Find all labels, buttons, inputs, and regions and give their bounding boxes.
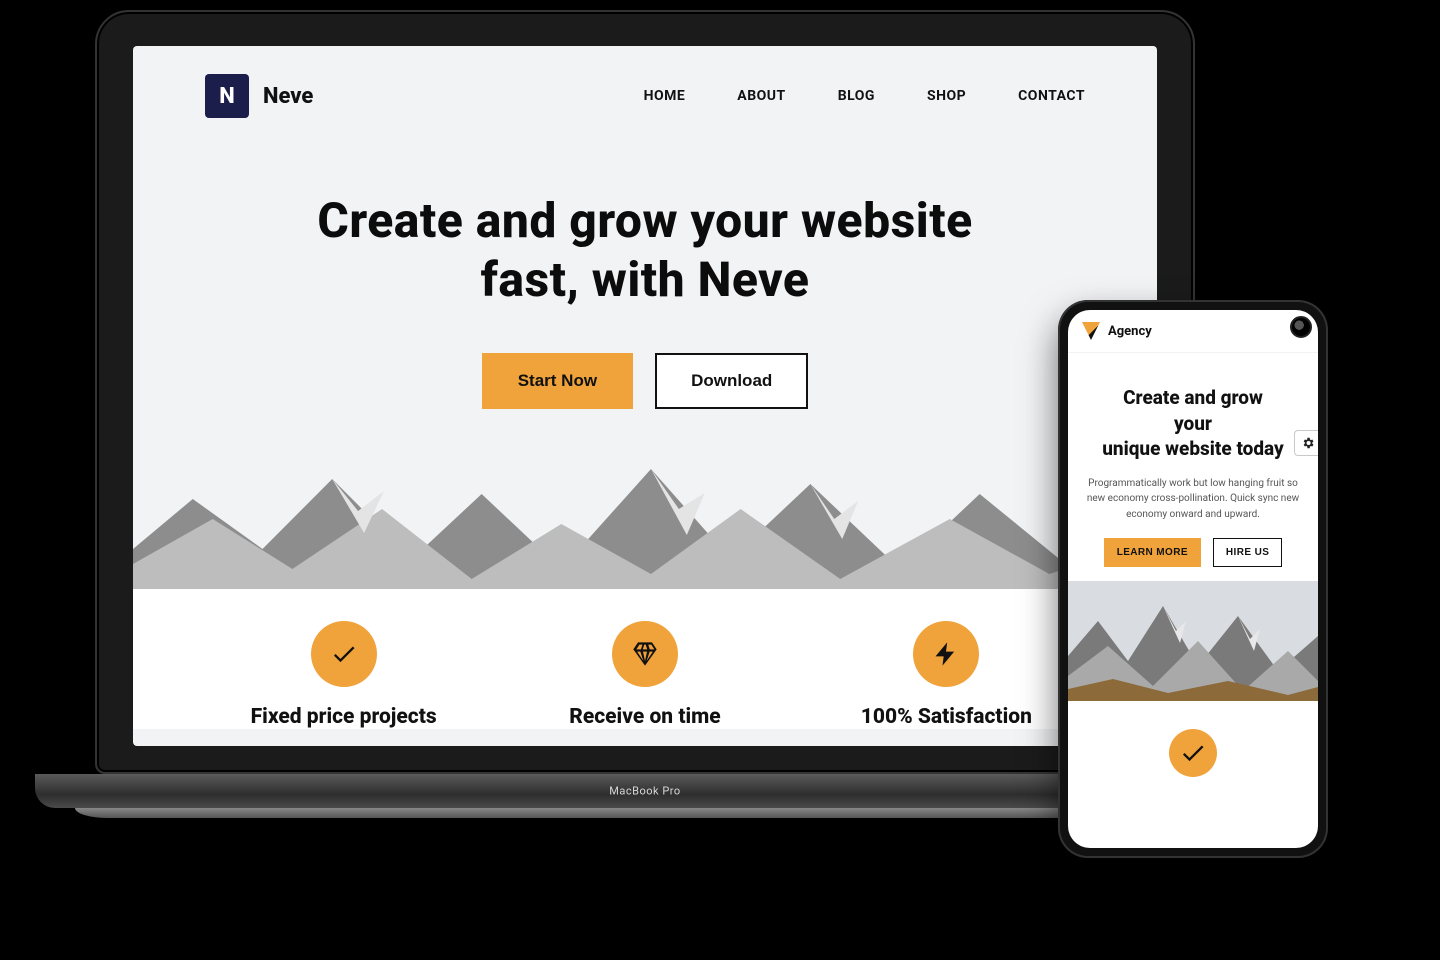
laptop-bezel: N Neve HOME ABOUT BLOG SHOP CONTACT Crea…	[95, 10, 1195, 774]
brand-logo-icon: N	[205, 74, 249, 118]
mobile-hero-subtext: Programmatically work but low hanging fr…	[1086, 476, 1300, 523]
mobile-feature	[1068, 701, 1318, 769]
feature-title: Receive on time	[515, 705, 775, 729]
hero-line-2: fast, with Neve	[481, 251, 810, 308]
learn-more-button[interactable]: LEARN MORE	[1104, 538, 1201, 567]
mountains-icon	[1068, 581, 1318, 701]
gear-icon	[1301, 436, 1315, 450]
check-icon	[311, 621, 377, 687]
nav-contact[interactable]: CONTACT	[1018, 88, 1085, 104]
nav-shop[interactable]: SHOP	[927, 88, 966, 104]
agency-logo-icon	[1082, 322, 1100, 340]
mobile-hero-line-1: Create and grow	[1123, 386, 1263, 409]
nav-about[interactable]: ABOUT	[737, 88, 785, 104]
site-header: N Neve HOME ABOUT BLOG SHOP CONTACT	[133, 46, 1157, 138]
hero-background-mountains	[133, 439, 1157, 589]
feature-title: Fixed price projects	[214, 705, 474, 729]
laptop-screen: N Neve HOME ABOUT BLOG SHOP CONTACT Crea…	[133, 46, 1157, 746]
check-icon	[1169, 729, 1217, 777]
mobile-hero-line-2: your	[1174, 412, 1212, 435]
laptop-foot	[75, 808, 1215, 818]
phone-device: Agency Create and grow your unique websi…	[1058, 300, 1328, 858]
mobile-hero: Create and grow your unique website toda…	[1068, 353, 1318, 581]
nav-home[interactable]: HOME	[644, 88, 686, 104]
mobile-header: Agency	[1068, 310, 1318, 353]
laptop-device: N Neve HOME ABOUT BLOG SHOP CONTACT Crea…	[95, 10, 1195, 818]
hero-line-1: Create and grow your website	[317, 192, 972, 249]
hire-us-button[interactable]: HIRE US	[1213, 538, 1282, 567]
download-button[interactable]: Download	[655, 353, 808, 409]
brand-name: Neve	[263, 84, 313, 109]
hero: Create and grow your website fast, with …	[133, 138, 1157, 409]
features: Fixed price projects Receive on time 100…	[133, 589, 1157, 729]
mobile-hero-mountains	[1068, 581, 1318, 701]
bolt-icon	[913, 621, 979, 687]
feature-satisfaction: 100% Satisfaction	[816, 621, 1076, 729]
hero-headline: Create and grow your website fast, with …	[173, 192, 1117, 309]
phone-camera-icon	[1290, 316, 1312, 338]
mobile-brand-name: Agency	[1108, 324, 1152, 339]
laptop-model-label: MacBook Pro	[609, 785, 680, 798]
diamond-icon	[612, 621, 678, 687]
hero-actions: Start Now Download	[173, 353, 1117, 409]
start-now-button[interactable]: Start Now	[482, 353, 633, 409]
feature-fixed-price: Fixed price projects	[214, 621, 474, 729]
nav-blog[interactable]: BLOG	[838, 88, 875, 104]
brand-logo-letter: N	[219, 84, 235, 109]
primary-nav: HOME ABOUT BLOG SHOP CONTACT	[644, 88, 1085, 104]
mobile-hero-actions: LEARN MORE HIRE US	[1086, 538, 1300, 567]
mobile-hero-line-3: unique website today	[1102, 437, 1284, 460]
brand[interactable]: N Neve	[205, 74, 313, 118]
mobile-hero-headline: Create and grow your unique website toda…	[1086, 385, 1300, 462]
phone-screen: Agency Create and grow your unique websi…	[1068, 310, 1318, 848]
settings-tab[interactable]	[1294, 430, 1318, 456]
mountains-icon	[133, 439, 1157, 589]
feature-on-time: Receive on time	[515, 621, 775, 729]
feature-title: 100% Satisfaction	[816, 705, 1076, 729]
